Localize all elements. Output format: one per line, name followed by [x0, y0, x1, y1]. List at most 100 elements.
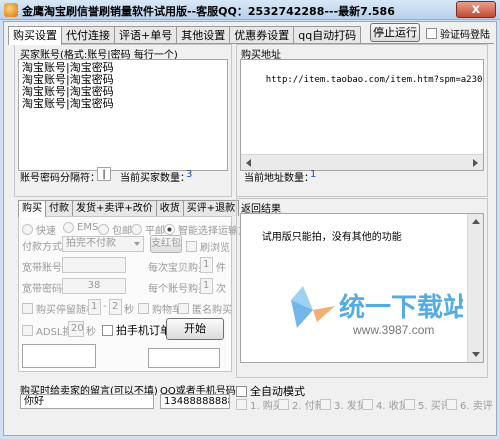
tab-other-settings[interactable]: 其他设置 [176, 26, 231, 44]
payment-method-select[interactable]: 拍完不付款 [62, 236, 144, 252]
close-button[interactable]: x [456, 1, 496, 18]
phone-order-label: 拍手机订单 [116, 324, 171, 337]
auto-step-seller-review-label: 6. 卖评 [460, 401, 493, 412]
tab-payment-link[interactable]: 代付连接 [61, 26, 115, 44]
checkbox-box[interactable] [236, 399, 247, 410]
captcha-box[interactable] [22, 344, 96, 368]
auto-step-pay[interactable]: 2. 付款 [278, 397, 325, 412]
radio-fast-label: 快速 [36, 226, 56, 237]
captcha-login-checkbox[interactable]: 验证码登陆 [426, 26, 490, 41]
stay-random-checkbox[interactable]: 购买停留随机 [22, 301, 96, 316]
title-bar: 金鹰淘宝刷信誉刷销量软件试用版--客服QQ：2532742288---最新7.5… [0, 0, 500, 20]
broadband-account-label: 宽带账号 [22, 263, 62, 274]
scroll-left-icon[interactable] [246, 159, 251, 167]
subtab-review-refund[interactable]: 买评+退款 [182, 200, 240, 216]
checkbox-box[interactable] [138, 303, 149, 314]
checkbox-box[interactable] [178, 303, 189, 314]
checkbox-box[interactable] [404, 399, 415, 410]
stay-random-label: 购买停留随机 [36, 305, 96, 316]
checkbox-box[interactable] [22, 303, 33, 314]
refresh-browse-checkbox[interactable]: 刷浏览 [186, 239, 230, 254]
tab-qq-captcha[interactable]: qq自动打码 [293, 26, 362, 44]
radio-ems[interactable]: EMS [63, 222, 98, 233]
result-text: 试用版只能拍，没有其他的功能 [261, 232, 402, 243]
auto-step-buyer-review[interactable]: 5. 买评 [404, 397, 451, 412]
broadband-password-input[interactable]: 38 [62, 278, 126, 294]
subtab-ship-review-price[interactable]: 发货+卖评+改价 [72, 200, 157, 216]
buyer-count-value: 3 [186, 169, 193, 180]
url-count-value: 1 [310, 169, 317, 180]
payment-method-value: 拍完不付款 [66, 238, 116, 249]
auto-step-buy[interactable]: 1. 购买 [236, 397, 283, 412]
radio-ems-label: EMS [77, 222, 99, 233]
radio-free-shipping-label: 包邮 [112, 226, 132, 237]
stop-button[interactable]: 停止运行 [370, 23, 420, 42]
separator-input[interactable]: | [97, 167, 111, 181]
stay-to-input[interactable]: 2 [109, 299, 122, 315]
scroll-down-icon[interactable] [472, 352, 480, 357]
adsl-seconds-input[interactable]: 20 [68, 321, 84, 337]
per-account-unit: 次 [216, 284, 226, 295]
phone-input[interactable]: 13488888888 [160, 394, 230, 409]
checkbox-box[interactable] [320, 399, 331, 410]
auto-step-seller-review[interactable]: 6. 卖评 [446, 397, 493, 412]
per-item-input[interactable]: 1 [200, 257, 213, 273]
tab-review-order[interactable]: 评语+单号 [114, 26, 178, 44]
per-item-unit: 件 [216, 263, 226, 274]
subtab-receive[interactable]: 收货 [155, 200, 184, 216]
per-account-input[interactable]: 1 [200, 278, 213, 294]
cart-checkbox[interactable]: 购物车 [138, 301, 182, 316]
stay-separator: - [103, 301, 107, 312]
message-input[interactable]: 你好 [20, 394, 154, 409]
radio-circle[interactable] [131, 224, 142, 235]
tab-buy-settings[interactable]: 购买设置 [8, 26, 62, 45]
checkbox-box[interactable] [446, 399, 457, 410]
buyer-accounts-textarea[interactable]: 淘宝账号|淘宝密码 淘宝账号|淘宝密码 淘宝账号|淘宝密码 淘宝账号|淘宝密码 [18, 59, 228, 171]
tab-coupon-settings[interactable]: 优惠券设置 [229, 26, 295, 44]
refresh-browse-label: 刷浏览 [200, 243, 230, 254]
red-packet-button[interactable]: 支红包 [150, 235, 182, 253]
window-title: 金鹰淘宝刷信誉刷销量软件试用版--客服QQ：2532742288---最新7.5… [22, 5, 395, 18]
broadband-account-input[interactable] [62, 257, 126, 273]
separator-label: 账号密码分隔符： [20, 173, 100, 184]
checkbox-box[interactable] [426, 28, 437, 39]
buy-url-line: http://item.taobao.com/item.htm?spm=a230… [265, 75, 483, 85]
main-window: 购买设置 代付连接 评语+单号 其他设置 优惠券设置 qq自动打码 停止运行 验… [3, 21, 497, 436]
start-button[interactable]: 开始 [166, 318, 224, 340]
chevron-down-icon[interactable] [134, 242, 140, 246]
auto-step-ship[interactable]: 3. 发货 [320, 397, 367, 412]
checkbox-box[interactable] [278, 399, 289, 410]
checkbox-box[interactable] [362, 399, 373, 410]
result-textarea[interactable]: 试用版只能拍，没有其他的功能 [240, 213, 484, 363]
radio-free-shipping[interactable]: 包邮 [98, 222, 132, 237]
per-account-label: 每个账号购买 [148, 284, 208, 295]
scroll-right-icon[interactable] [473, 159, 478, 167]
radio-circle[interactable] [164, 224, 175, 235]
scroll-up-icon[interactable] [472, 219, 480, 224]
stay-from-input[interactable]: 1 [88, 299, 101, 315]
anonymous-checkbox[interactable]: 匿名购买 [178, 301, 232, 316]
checkbox-box[interactable] [22, 325, 33, 336]
buy-subtabs: 购买 付款 发货+卖评+改价 收货 买评+退款 [18, 200, 240, 217]
subtab-payment[interactable]: 付款 [45, 200, 73, 216]
status-box[interactable] [148, 348, 220, 368]
phone-order-checkbox[interactable]: 拍手机订单 [102, 322, 171, 338]
checkbox-box[interactable] [186, 241, 197, 252]
captcha-login-label: 验证码登陆 [440, 30, 490, 41]
checkbox-box[interactable] [236, 385, 247, 397]
anonymous-label: 匿名购买 [192, 305, 232, 316]
vertical-scrollbar[interactable] [467, 214, 483, 362]
radio-fast[interactable]: 快速 [22, 222, 56, 237]
radio-circle[interactable] [63, 222, 74, 233]
subtab-buy[interactable]: 购买 [18, 200, 46, 217]
radio-circle[interactable] [22, 224, 33, 235]
adsl-unit: 秒 [86, 327, 96, 338]
broadband-password-label: 宽带密码 [22, 284, 62, 295]
payment-method-label: 付款方式 [22, 242, 62, 253]
checkbox-box[interactable] [102, 324, 113, 336]
per-item-label: 每次宝贝购买 [148, 263, 208, 274]
auto-step-receive[interactable]: 4. 收货 [362, 397, 409, 412]
buyer-count-label: 当前买家数量： [120, 173, 190, 184]
horizontal-scrollbar[interactable] [241, 154, 483, 170]
radio-circle[interactable] [98, 224, 109, 235]
